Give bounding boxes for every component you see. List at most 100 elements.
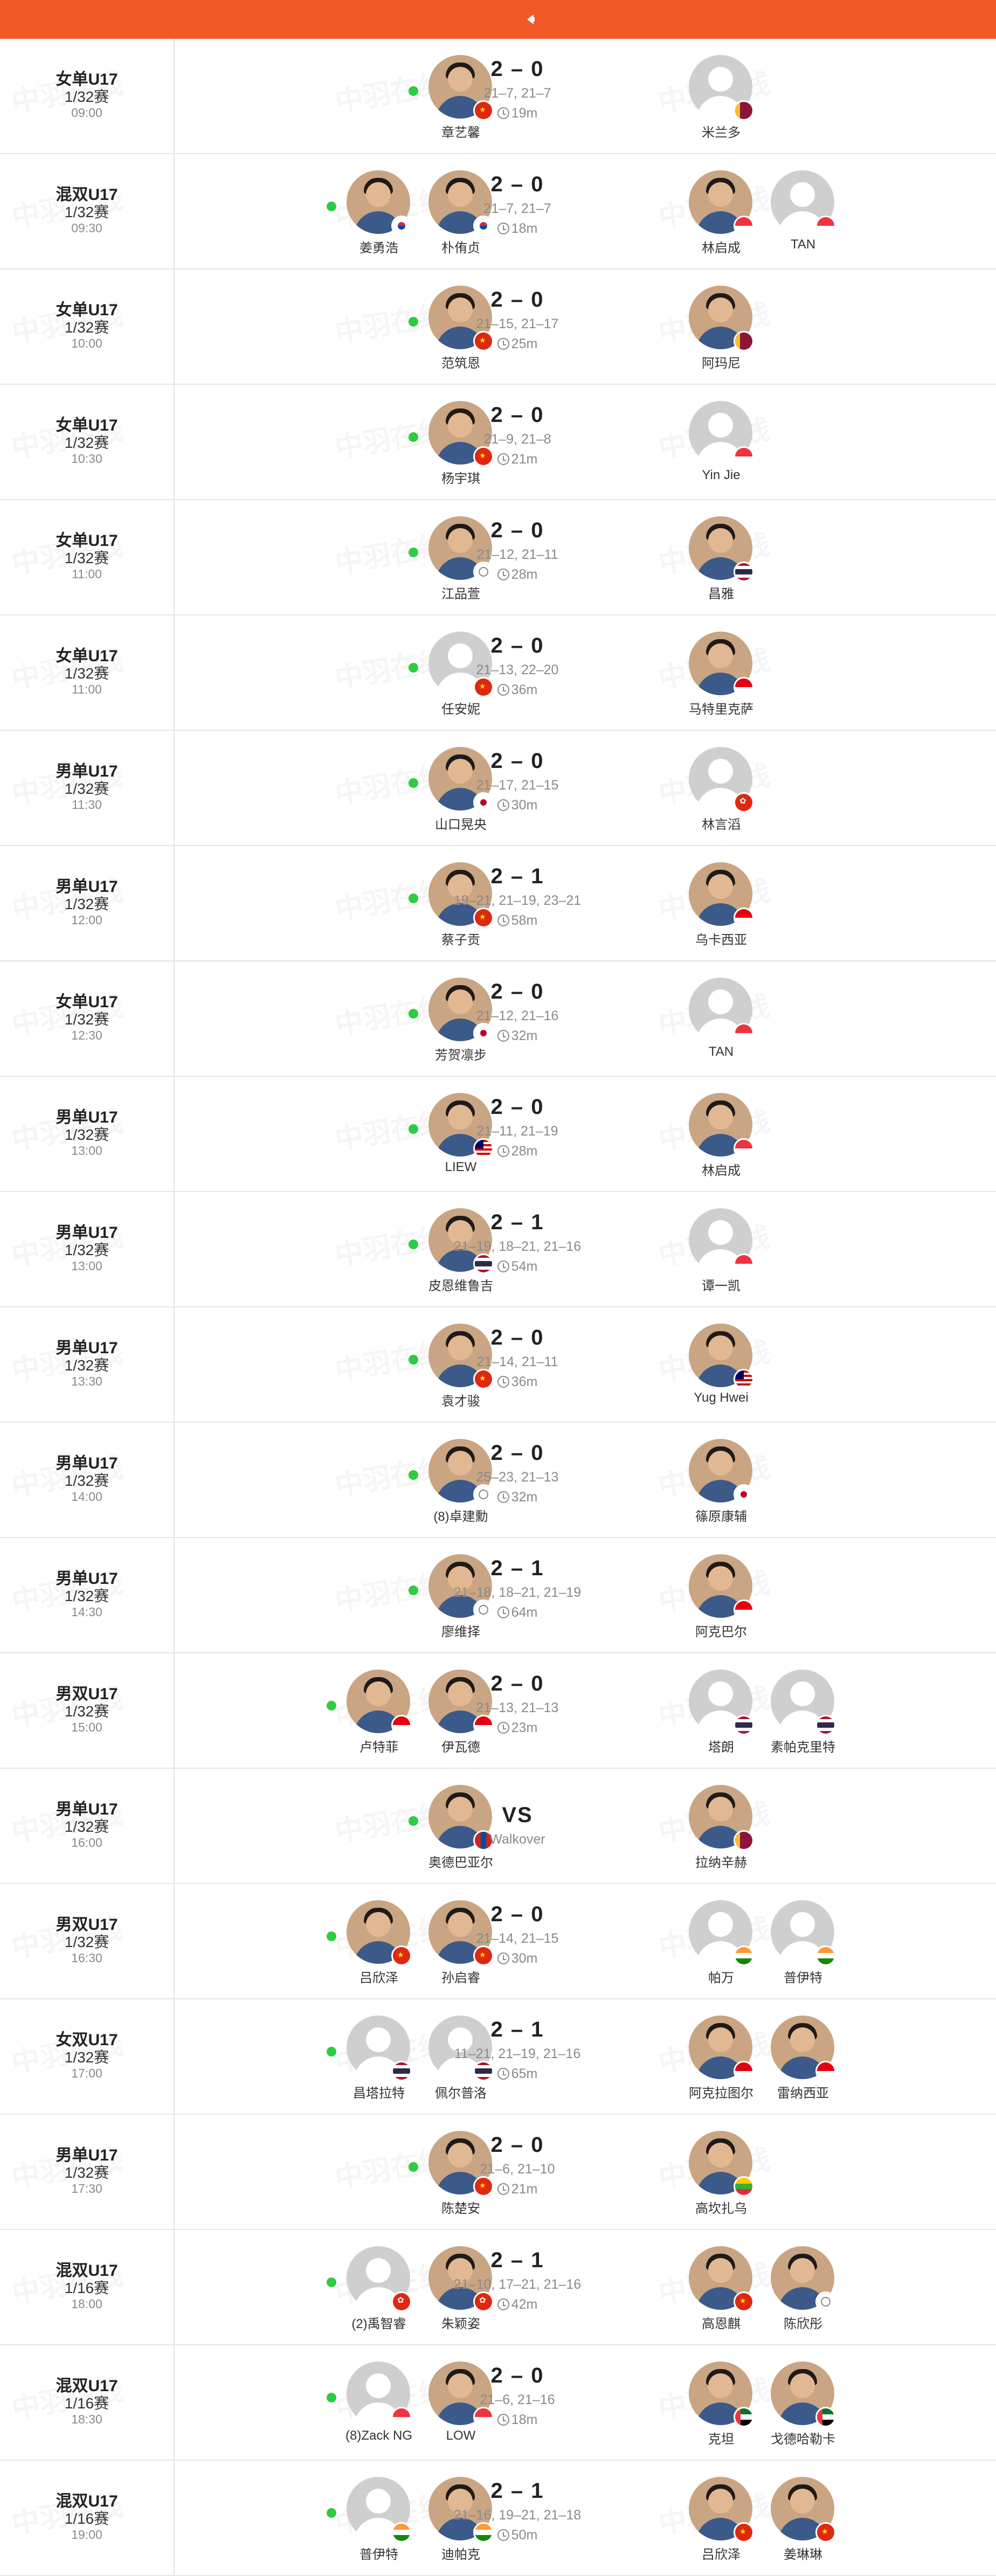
match-row[interactable]: 中羽在线中羽在线中羽在线女单U171/32赛10:00★范筑恩阿玛尼2 – 02… (0, 269, 996, 385)
country-flag-icon (815, 216, 836, 236)
match-row[interactable]: 中羽在线中羽在线中羽在线女单U171/32赛12:30芳贺凛步TAN2 – 02… (0, 961, 996, 1077)
player[interactable]: 阿克拉图尔 (675, 2016, 767, 2113)
player[interactable]: 克坦 (675, 2362, 767, 2459)
score-block: 2 – 1 19–21, 21–19, 23–21 58m (437, 864, 598, 929)
duration-text: 23m (511, 1720, 538, 1735)
player-name: 阿克巴尔 (695, 1625, 747, 1639)
match-row[interactable]: 中羽在线中羽在线中羽在线男双U171/32赛15:00卢特菲伊瓦德塔朗素帕克里特… (0, 1653, 996, 1769)
player[interactable]: 林启成 (675, 1093, 767, 1190)
player[interactable]: 高坎扎乌 (675, 2131, 767, 2228)
match-row[interactable]: 中羽在线中羽在线中羽在线女单U171/32赛11:00★任安妮马特里克萨2 – … (0, 615, 996, 731)
player[interactable]: 昌塔拉特 (333, 2016, 425, 2113)
match-time: 16:00 (71, 1836, 102, 1850)
player[interactable]: 阿玛尼 (675, 286, 767, 383)
player[interactable]: Yug Hwei (675, 1324, 767, 1421)
player[interactable]: 陈欣彤 (757, 2246, 849, 2343)
match-row[interactable]: 中羽在线中羽在线中羽在线混双U171/32赛09:30姜勇浩朴侑贞林启成TAN2… (0, 154, 996, 269)
player[interactable]: 帕万 (675, 1900, 767, 1997)
player[interactable]: 雷纳西亚 (757, 2016, 849, 2113)
score-block: 2 – 0 21–13, 21–13 23m (437, 1672, 598, 1736)
player[interactable]: 普伊特 (333, 2477, 425, 2574)
player-name: 皮恩维鲁吉 (428, 1279, 493, 1293)
match-score: 2 – 0 (490, 2364, 544, 2387)
match-row[interactable]: 中羽在线中羽在线中羽在线男单U171/32赛14:00(8)卓建勳篠原康辅2 –… (0, 1423, 996, 1538)
player[interactable]: 姜勇浩 (333, 170, 425, 267)
column-divider (174, 2230, 175, 2344)
player-name: 姜琳琳 (784, 2547, 822, 2562)
player[interactable]: (8)Zack NG (333, 2362, 425, 2459)
match-row[interactable]: 中羽在线中羽在线中羽在线混双U171/16赛18:00✿(2)禹智睿✿朱颖姿★高… (0, 2230, 996, 2345)
match-row[interactable]: 中羽在线中羽在线中羽在线女双U171/32赛17:00昌塔拉特佩尔普洛阿克拉图尔… (0, 1999, 996, 2115)
player[interactable]: ★ 高恩麒 (675, 2246, 767, 2343)
player[interactable]: 篠原康辅 (675, 1439, 767, 1536)
column-divider (174, 1999, 175, 2114)
score-block: 2 – 0 21–14, 21–15 30m (437, 1902, 598, 1966)
duration-text: 36m (511, 1374, 538, 1389)
match-row[interactable]: 中羽在线中羽在线中羽在线女单U171/32赛09:00★章艺馨米兰多2 – 02… (0, 39, 996, 154)
match-row[interactable]: 中羽在线中羽在线中羽在线男单U171/32赛11:30山口晃央✿林言滔2 – 0… (0, 731, 996, 846)
player[interactable]: 卢特菲 (333, 1670, 425, 1767)
match-score: 2 – 1 (490, 2479, 544, 2503)
match-duration: 23m (437, 1720, 598, 1736)
match-row[interactable]: 中羽在线中羽在线中羽在线女单U171/32赛10:30★杨宇琪Yin Jie2 … (0, 385, 996, 500)
player-name: 帕万 (708, 1971, 734, 1985)
player[interactable]: 谭一凯 (675, 1208, 767, 1305)
match-row[interactable]: 中羽在线中羽在线中羽在线混双U171/16赛18:30(8)Zack NGLOW… (0, 2345, 996, 2461)
player-name: 章艺馨 (441, 126, 480, 140)
match-row[interactable]: 中羽在线中羽在线中羽在线男单U171/32赛14:30廖维择阿克巴尔2 – 12… (0, 1538, 996, 1653)
player[interactable]: 林启成 (675, 170, 767, 267)
match-time: 11:30 (72, 798, 102, 812)
player[interactable]: 昌雅 (675, 516, 767, 613)
player-name: 马特里克萨 (689, 702, 753, 717)
player[interactable]: ★ 姜琳琳 (757, 2477, 849, 2574)
match-row[interactable]: 中羽在线中羽在线中羽在线混双U171/16赛19:00普伊特迪帕克★吕欣泽★姜琳… (0, 2461, 996, 2576)
duration-text: 65m (511, 2066, 538, 2081)
player[interactable]: 拉纳辛赫 (675, 1785, 767, 1882)
player[interactable]: 米兰多 (675, 55, 767, 152)
winner-dot-icon (409, 548, 418, 557)
player[interactable]: Yin Jie (675, 401, 767, 498)
match-row[interactable]: 中羽在线中羽在线中羽在线男单U171/32赛12:00★蔡子贡乌卡西亚2 – 1… (0, 846, 996, 961)
player[interactable]: 塔朗 (675, 1670, 767, 1767)
player[interactable]: ★ 吕欣泽 (675, 2477, 767, 2574)
game-scores: 21–18, 18–21, 21–19 (453, 1585, 582, 1600)
match-duration: 50m (437, 2527, 598, 2543)
match-row[interactable]: 中羽在线中羽在线中羽在线男单U171/32赛13:00LIEW林启成2 – 02… (0, 1077, 996, 1192)
player[interactable]: TAN (675, 978, 767, 1075)
match-row[interactable]: 中羽在线中羽在线中羽在线男双U171/32赛16:30★吕欣泽★孙启睿帕万普伊特… (0, 1884, 996, 1999)
player[interactable]: ✿ 林言滔 (675, 747, 767, 844)
game-scores: 21–10, 17–21, 21–16 (453, 2277, 582, 2292)
match-score: 2 – 0 (490, 1095, 544, 1119)
duration-text: 30m (511, 1951, 538, 1966)
duration-text: 50m (511, 2527, 538, 2543)
match-row[interactable]: 中羽在线中羽在线中羽在线女单U171/32赛11:00江品萱昌雅2 – 021–… (0, 500, 996, 615)
player[interactable]: ✿ (2)禹智睿 (333, 2246, 425, 2343)
duration-text: 21m (511, 452, 538, 467)
country-flag-icon (734, 2176, 754, 2197)
match-row[interactable]: 中羽在线中羽在线中羽在线男单U171/32赛17:30★陈楚安高坎扎乌2 – 0… (0, 2115, 996, 2230)
player-name: 阿玛尼 (702, 356, 741, 371)
player[interactable]: 阿克巴尔 (675, 1554, 767, 1651)
match-info: 女单U17 1/32赛 12:30 (0, 961, 174, 1076)
column-divider (174, 1192, 175, 1306)
winner-dot-icon (327, 2277, 336, 2287)
clock-icon (497, 2529, 509, 2541)
player[interactable]: 乌卡西亚 (675, 862, 767, 959)
match-info: 混双U17 1/16赛 19:00 (0, 2461, 174, 2575)
player[interactable]: TAN (757, 170, 849, 267)
round-label: 1/32赛 (64, 665, 109, 682)
game-scores: 21–14, 21–11 (476, 1354, 558, 1369)
match-row[interactable]: 中羽在线中羽在线中羽在线男单U171/32赛13:00皮恩维鲁吉谭一凯2 – 1… (0, 1192, 996, 1307)
player[interactable]: 戈德哈勒卡 (757, 2362, 849, 2459)
country-flag-icon (734, 1945, 754, 1966)
match-row[interactable]: 中羽在线中羽在线中羽在线男单U171/32赛16:00奥德巴亚尔拉纳辛赫VSWa… (0, 1769, 996, 1884)
match-duration: 28m (437, 567, 598, 583)
player[interactable]: 普伊特 (757, 1900, 849, 1997)
player[interactable]: 素帕克里特 (757, 1670, 849, 1767)
player[interactable]: 马特里克萨 (675, 632, 767, 729)
round-label: 1/16赛 (64, 2395, 109, 2412)
match-row[interactable]: 中羽在线中羽在线中羽在线男单U171/32赛13:30★袁才骏Yug Hwei2… (0, 1307, 996, 1423)
player[interactable]: ★ 吕欣泽 (333, 1900, 425, 1997)
duration-text: 18m (511, 221, 538, 236)
player-name: 乌卡西亚 (695, 933, 747, 947)
